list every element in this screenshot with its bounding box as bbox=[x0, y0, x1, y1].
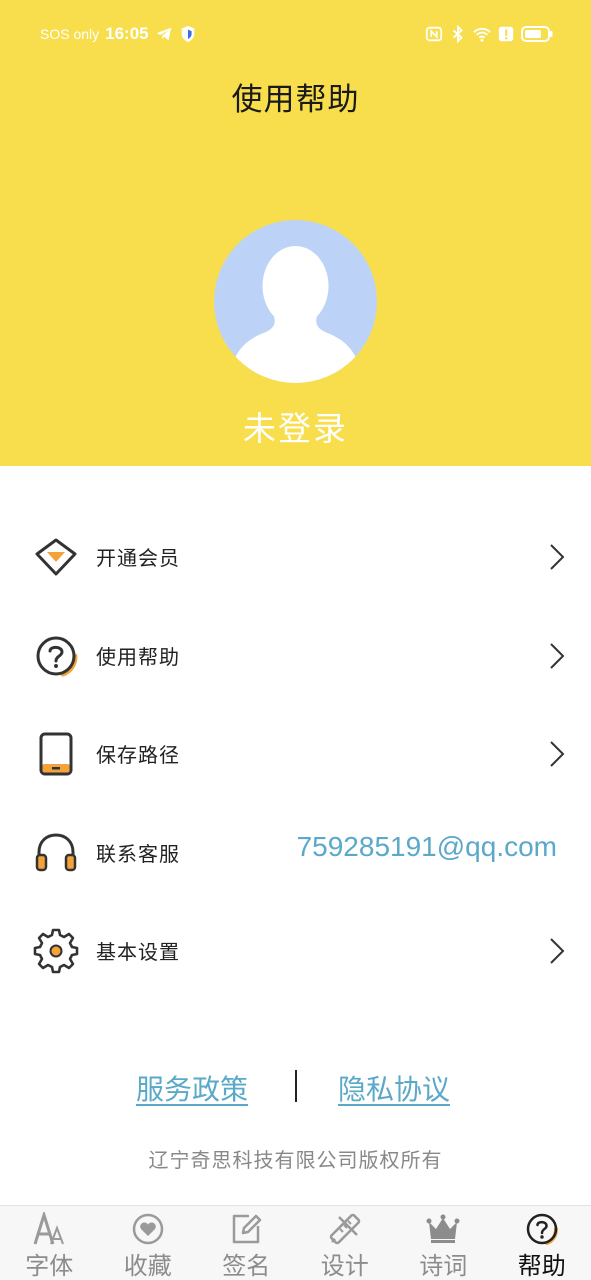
nav-item-design[interactable]: 设计 bbox=[296, 1206, 395, 1280]
login-status[interactable]: 未登录 bbox=[0, 402, 591, 450]
bluetooth-icon bbox=[452, 25, 463, 43]
vip-diamond-icon bbox=[35, 538, 77, 576]
service-policy-link[interactable]: 服务政策 bbox=[136, 1068, 248, 1108]
menu-item-label: 开通会员 bbox=[96, 546, 180, 570]
divider bbox=[295, 1070, 297, 1102]
customer-service-email[interactable]: 759285191@qq.com bbox=[297, 831, 557, 863]
edit-icon bbox=[233, 1214, 262, 1244]
status-bar: SOS only 16:05 bbox=[0, 0, 591, 66]
sos-text: SOS only bbox=[40, 26, 100, 42]
crown-icon bbox=[426, 1214, 460, 1243]
headphones-icon bbox=[35, 832, 77, 871]
alert-icon bbox=[498, 26, 514, 42]
copyright-text: 辽宁奇思科技有限公司版权所有 bbox=[148, 1148, 443, 1172]
footer-links: 服务政策 隐私协议 bbox=[0, 1068, 591, 1108]
menu-item-help[interactable]: 使用帮助 bbox=[0, 606, 591, 705]
nav-label: 收藏 bbox=[123, 1252, 172, 1280]
shield-icon bbox=[181, 25, 194, 43]
gear-icon bbox=[33, 928, 79, 974]
nav-label: 帮助 bbox=[517, 1252, 566, 1280]
battery-icon bbox=[521, 26, 553, 42]
nav-item-poetry[interactable]: 诗词 bbox=[394, 1206, 493, 1280]
nav-label: 字体 bbox=[25, 1252, 74, 1280]
nav-item-help[interactable]: 帮助 bbox=[493, 1206, 591, 1280]
help-page: SOS only 16:05 使用帮助 未登录 开通会员 使用帮助 保存路径 联… bbox=[0, 0, 591, 1280]
menu-item-label: 联系客服 bbox=[96, 841, 180, 866]
header: SOS only 16:05 使用帮助 未登录 bbox=[0, 0, 591, 466]
menu-item-label: 基本设置 bbox=[96, 940, 180, 964]
nav-label: 设计 bbox=[320, 1252, 369, 1280]
help-circle-icon bbox=[36, 636, 78, 676]
chevron-right-icon bbox=[550, 642, 565, 669]
design-tools-icon bbox=[329, 1213, 361, 1245]
chevron-right-icon bbox=[550, 741, 565, 767]
page-title: 使用帮助 bbox=[231, 82, 360, 118]
nav-item-signature[interactable]: 签名 bbox=[197, 1206, 296, 1280]
menu-item-settings[interactable]: 基本设置 bbox=[0, 901, 591, 1000]
user-silhouette-icon bbox=[234, 246, 357, 383]
bottom-nav: 字体 收藏 签名 设计 诗词 帮助 bbox=[0, 1205, 591, 1280]
help-icon bbox=[526, 1213, 558, 1245]
nav-item-font[interactable]: 字体 bbox=[0, 1206, 99, 1280]
chevron-right-icon bbox=[550, 544, 565, 570]
font-icon bbox=[33, 1212, 65, 1245]
settings-menu: 开通会员 使用帮助 保存路径 联系客服 759285191@qq.com 基本设… bbox=[0, 507, 591, 1000]
heart-icon bbox=[132, 1213, 163, 1245]
nfc-icon bbox=[425, 26, 443, 42]
nav-label: 诗词 bbox=[419, 1252, 468, 1280]
nav-item-favorites[interactable]: 收藏 bbox=[99, 1206, 198, 1280]
chevron-right-icon bbox=[550, 938, 565, 964]
menu-item-vip[interactable]: 开通会员 bbox=[0, 507, 591, 606]
avatar[interactable] bbox=[214, 220, 377, 383]
clock: 16:05 bbox=[105, 24, 149, 43]
wifi-icon bbox=[473, 27, 491, 42]
menu-item-save-path[interactable]: 保存路径 bbox=[0, 704, 591, 803]
privacy-agreement-link[interactable]: 隐私协议 bbox=[338, 1068, 450, 1108]
nav-label: 签名 bbox=[222, 1252, 271, 1280]
menu-item-customer-service[interactable]: 联系客服 759285191@qq.com bbox=[0, 803, 591, 902]
menu-item-label: 使用帮助 bbox=[96, 644, 180, 669]
telegram-icon bbox=[156, 27, 171, 41]
menu-item-label: 保存路径 bbox=[96, 743, 180, 767]
tablet-icon bbox=[39, 732, 73, 776]
